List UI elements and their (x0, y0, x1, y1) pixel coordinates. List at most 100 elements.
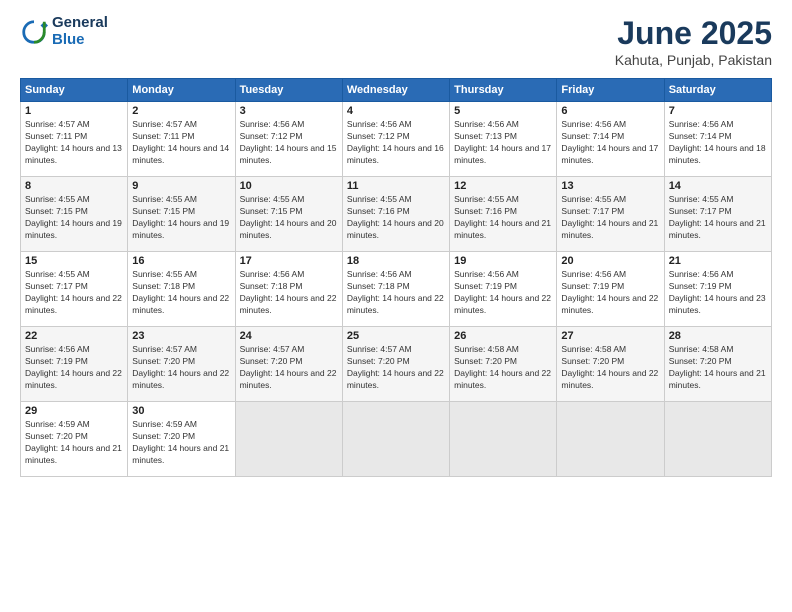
table-row: 23 Sunrise: 4:57 AM Sunset: 7:20 PM Dayl… (128, 327, 235, 402)
sunrise-label: Sunrise: 4:55 AM (132, 269, 197, 279)
logo-text: General Blue (52, 15, 108, 48)
sunset-label: Sunset: 7:15 PM (25, 206, 88, 216)
sunset-label: Sunset: 7:18 PM (240, 281, 303, 291)
day-info: Sunrise: 4:59 AM Sunset: 7:20 PM Dayligh… (132, 419, 230, 467)
day-info: Sunrise: 4:57 AM Sunset: 7:11 PM Dayligh… (132, 119, 230, 167)
table-row: 18 Sunrise: 4:56 AM Sunset: 7:18 PM Dayl… (342, 252, 449, 327)
day-number: 20 (561, 255, 659, 267)
col-tuesday: Tuesday (235, 79, 342, 102)
table-row: 26 Sunrise: 4:58 AM Sunset: 7:20 PM Dayl… (450, 327, 557, 402)
sunrise-label: Sunrise: 4:56 AM (240, 119, 305, 129)
day-info: Sunrise: 4:58 AM Sunset: 7:20 PM Dayligh… (561, 344, 659, 392)
day-number: 12 (454, 180, 552, 192)
day-info: Sunrise: 4:55 AM Sunset: 7:16 PM Dayligh… (347, 194, 445, 242)
day-number: 29 (25, 405, 123, 417)
calendar-week-row: 29 Sunrise: 4:59 AM Sunset: 7:20 PM Dayl… (21, 402, 772, 477)
daylight-label: Daylight: 14 hours and 19 minutes. (132, 218, 229, 240)
sunrise-label: Sunrise: 4:55 AM (25, 194, 90, 204)
sunrise-label: Sunrise: 4:55 AM (561, 194, 626, 204)
sunrise-label: Sunrise: 4:56 AM (454, 119, 519, 129)
day-number: 23 (132, 330, 230, 342)
logo-icon (20, 18, 48, 46)
day-info: Sunrise: 4:56 AM Sunset: 7:12 PM Dayligh… (347, 119, 445, 167)
daylight-label: Daylight: 14 hours and 22 minutes. (561, 293, 658, 315)
sunrise-label: Sunrise: 4:58 AM (561, 344, 626, 354)
sunrise-label: Sunrise: 4:59 AM (25, 419, 90, 429)
sunrise-label: Sunrise: 4:56 AM (454, 269, 519, 279)
day-info: Sunrise: 4:59 AM Sunset: 7:20 PM Dayligh… (25, 419, 123, 467)
sunset-label: Sunset: 7:20 PM (132, 431, 195, 441)
daylight-label: Daylight: 14 hours and 22 minutes. (561, 368, 658, 390)
daylight-label: Daylight: 14 hours and 21 minutes. (25, 443, 122, 465)
day-number: 19 (454, 255, 552, 267)
day-info: Sunrise: 4:57 AM Sunset: 7:20 PM Dayligh… (132, 344, 230, 392)
daylight-label: Daylight: 14 hours and 15 minutes. (240, 143, 337, 165)
sunrise-label: Sunrise: 4:57 AM (347, 344, 412, 354)
table-row: 14 Sunrise: 4:55 AM Sunset: 7:17 PM Dayl… (664, 177, 771, 252)
sunset-label: Sunset: 7:15 PM (132, 206, 195, 216)
sunrise-label: Sunrise: 4:56 AM (240, 269, 305, 279)
sunrise-label: Sunrise: 4:56 AM (347, 269, 412, 279)
table-row: 4 Sunrise: 4:56 AM Sunset: 7:12 PM Dayli… (342, 102, 449, 177)
day-info: Sunrise: 4:56 AM Sunset: 7:14 PM Dayligh… (669, 119, 767, 167)
day-info: Sunrise: 4:56 AM Sunset: 7:13 PM Dayligh… (454, 119, 552, 167)
calendar-header-row: Sunday Monday Tuesday Wednesday Thursday… (21, 79, 772, 102)
page: General Blue June 2025 Kahuta, Punjab, P… (0, 0, 792, 612)
daylight-label: Daylight: 14 hours and 14 minutes. (132, 143, 229, 165)
col-wednesday: Wednesday (342, 79, 449, 102)
table-row: 5 Sunrise: 4:56 AM Sunset: 7:13 PM Dayli… (450, 102, 557, 177)
day-number: 1 (25, 105, 123, 117)
day-info: Sunrise: 4:55 AM Sunset: 7:17 PM Dayligh… (669, 194, 767, 242)
day-number: 7 (669, 105, 767, 117)
day-number: 17 (240, 255, 338, 267)
col-saturday: Saturday (664, 79, 771, 102)
calendar-week-row: 15 Sunrise: 4:55 AM Sunset: 7:17 PM Dayl… (21, 252, 772, 327)
sunrise-label: Sunrise: 4:57 AM (240, 344, 305, 354)
day-info: Sunrise: 4:57 AM Sunset: 7:20 PM Dayligh… (240, 344, 338, 392)
day-number: 8 (25, 180, 123, 192)
table-row: 13 Sunrise: 4:55 AM Sunset: 7:17 PM Dayl… (557, 177, 664, 252)
table-row: 1 Sunrise: 4:57 AM Sunset: 7:11 PM Dayli… (21, 102, 128, 177)
sunset-label: Sunset: 7:17 PM (561, 206, 624, 216)
day-info: Sunrise: 4:57 AM Sunset: 7:20 PM Dayligh… (347, 344, 445, 392)
sunrise-label: Sunrise: 4:55 AM (25, 269, 90, 279)
day-info: Sunrise: 4:55 AM Sunset: 7:15 PM Dayligh… (132, 194, 230, 242)
daylight-label: Daylight: 14 hours and 13 minutes. (25, 143, 122, 165)
table-row: 2 Sunrise: 4:57 AM Sunset: 7:11 PM Dayli… (128, 102, 235, 177)
calendar-table: Sunday Monday Tuesday Wednesday Thursday… (20, 78, 772, 477)
sunrise-label: Sunrise: 4:55 AM (347, 194, 412, 204)
daylight-label: Daylight: 14 hours and 22 minutes. (347, 368, 444, 390)
daylight-label: Daylight: 14 hours and 17 minutes. (454, 143, 551, 165)
title-section: June 2025 Kahuta, Punjab, Pakistan (615, 15, 772, 68)
day-info: Sunrise: 4:56 AM Sunset: 7:19 PM Dayligh… (561, 269, 659, 317)
sunrise-label: Sunrise: 4:56 AM (561, 269, 626, 279)
sunset-label: Sunset: 7:20 PM (25, 431, 88, 441)
daylight-label: Daylight: 14 hours and 20 minutes. (347, 218, 444, 240)
sunrise-label: Sunrise: 4:55 AM (454, 194, 519, 204)
day-info: Sunrise: 4:55 AM Sunset: 7:15 PM Dayligh… (25, 194, 123, 242)
day-number: 9 (132, 180, 230, 192)
day-info: Sunrise: 4:55 AM Sunset: 7:16 PM Dayligh… (454, 194, 552, 242)
table-row: 29 Sunrise: 4:59 AM Sunset: 7:20 PM Dayl… (21, 402, 128, 477)
daylight-label: Daylight: 14 hours and 18 minutes. (669, 143, 766, 165)
daylight-label: Daylight: 14 hours and 22 minutes. (454, 293, 551, 315)
header: General Blue June 2025 Kahuta, Punjab, P… (20, 15, 772, 68)
sunset-label: Sunset: 7:18 PM (132, 281, 195, 291)
daylight-label: Daylight: 14 hours and 22 minutes. (25, 368, 122, 390)
day-info: Sunrise: 4:56 AM Sunset: 7:19 PM Dayligh… (454, 269, 552, 317)
sunrise-label: Sunrise: 4:56 AM (347, 119, 412, 129)
sunset-label: Sunset: 7:14 PM (561, 131, 624, 141)
day-number: 21 (669, 255, 767, 267)
table-row: 11 Sunrise: 4:55 AM Sunset: 7:16 PM Dayl… (342, 177, 449, 252)
table-row: 10 Sunrise: 4:55 AM Sunset: 7:15 PM Dayl… (235, 177, 342, 252)
sunrise-label: Sunrise: 4:57 AM (132, 344, 197, 354)
day-number: 6 (561, 105, 659, 117)
sunrise-label: Sunrise: 4:56 AM (669, 269, 734, 279)
sunset-label: Sunset: 7:20 PM (561, 356, 624, 366)
daylight-label: Daylight: 14 hours and 21 minutes. (132, 443, 229, 465)
daylight-label: Daylight: 14 hours and 22 minutes. (240, 368, 337, 390)
sunset-label: Sunset: 7:16 PM (454, 206, 517, 216)
location: Kahuta, Punjab, Pakistan (615, 52, 772, 68)
sunrise-label: Sunrise: 4:55 AM (132, 194, 197, 204)
daylight-label: Daylight: 14 hours and 22 minutes. (454, 368, 551, 390)
